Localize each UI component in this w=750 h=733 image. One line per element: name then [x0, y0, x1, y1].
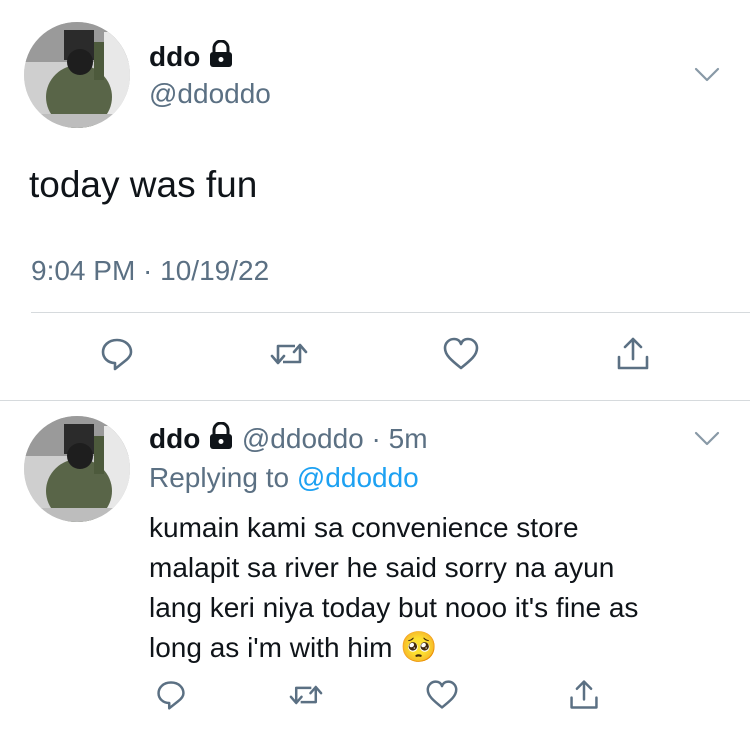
reply-text-line: lang keri niya today but nooo it's fine … — [149, 592, 639, 623]
retweet-icon — [269, 336, 309, 377]
replying-handle-link[interactable]: @ddoddo — [297, 462, 419, 493]
share-icon — [615, 335, 651, 378]
pleading-face-emoji: 🥺 — [400, 631, 438, 664]
display-name[interactable]: ddo — [149, 39, 234, 75]
share-icon — [568, 678, 600, 717]
share-button[interactable] — [562, 675, 606, 719]
chevron-down-icon[interactable] — [693, 60, 721, 88]
reply-text-line: long as i'm with him — [149, 632, 393, 663]
display-name-text[interactable]: ddo — [149, 41, 200, 72]
retweet-icon — [288, 679, 324, 716]
heart-icon — [425, 679, 459, 716]
retweet-button[interactable] — [267, 334, 311, 378]
lock-icon — [208, 421, 234, 457]
tweet-age[interactable]: 5m — [389, 423, 428, 454]
like-button[interactable] — [420, 675, 464, 719]
divider — [31, 312, 750, 313]
tweet-timestamp[interactable]: 9:04 PM · 10/19/22 — [31, 255, 269, 287]
reply-text-line: kumain kami sa convenience store — [149, 512, 579, 543]
display-name[interactable]: ddo — [149, 423, 200, 454]
reply-header: ddo @ddoddo · 5m — [149, 421, 428, 457]
lock-icon — [208, 39, 234, 75]
section-divider — [0, 400, 750, 401]
avatar[interactable] — [24, 22, 130, 128]
avatar[interactable] — [24, 416, 130, 522]
heart-icon — [442, 336, 480, 377]
retweet-button[interactable] — [284, 675, 328, 719]
reply-icon — [99, 336, 135, 377]
reply-text-last-line: long as i'm with him 🥺 — [149, 628, 638, 668]
like-button[interactable] — [439, 334, 483, 378]
user-handle[interactable]: @ddoddo — [242, 423, 364, 454]
reply-button[interactable] — [95, 334, 139, 378]
reply-icon — [155, 679, 187, 716]
chevron-down-icon[interactable] — [693, 424, 721, 452]
reply-text: kumain kami sa convenience store malapit… — [149, 508, 638, 668]
user-handle[interactable]: @ddoddo — [149, 78, 271, 110]
share-button[interactable] — [611, 334, 655, 378]
replying-to: Replying to @ddoddo — [149, 462, 419, 494]
tweet-text: today was fun — [29, 164, 258, 205]
reply-button[interactable] — [149, 675, 193, 719]
replying-label: Replying to — [149, 462, 297, 493]
time-separator: · — [371, 423, 381, 454]
reply-text-line: malapit sa river he said sorry na ayun — [149, 552, 615, 583]
